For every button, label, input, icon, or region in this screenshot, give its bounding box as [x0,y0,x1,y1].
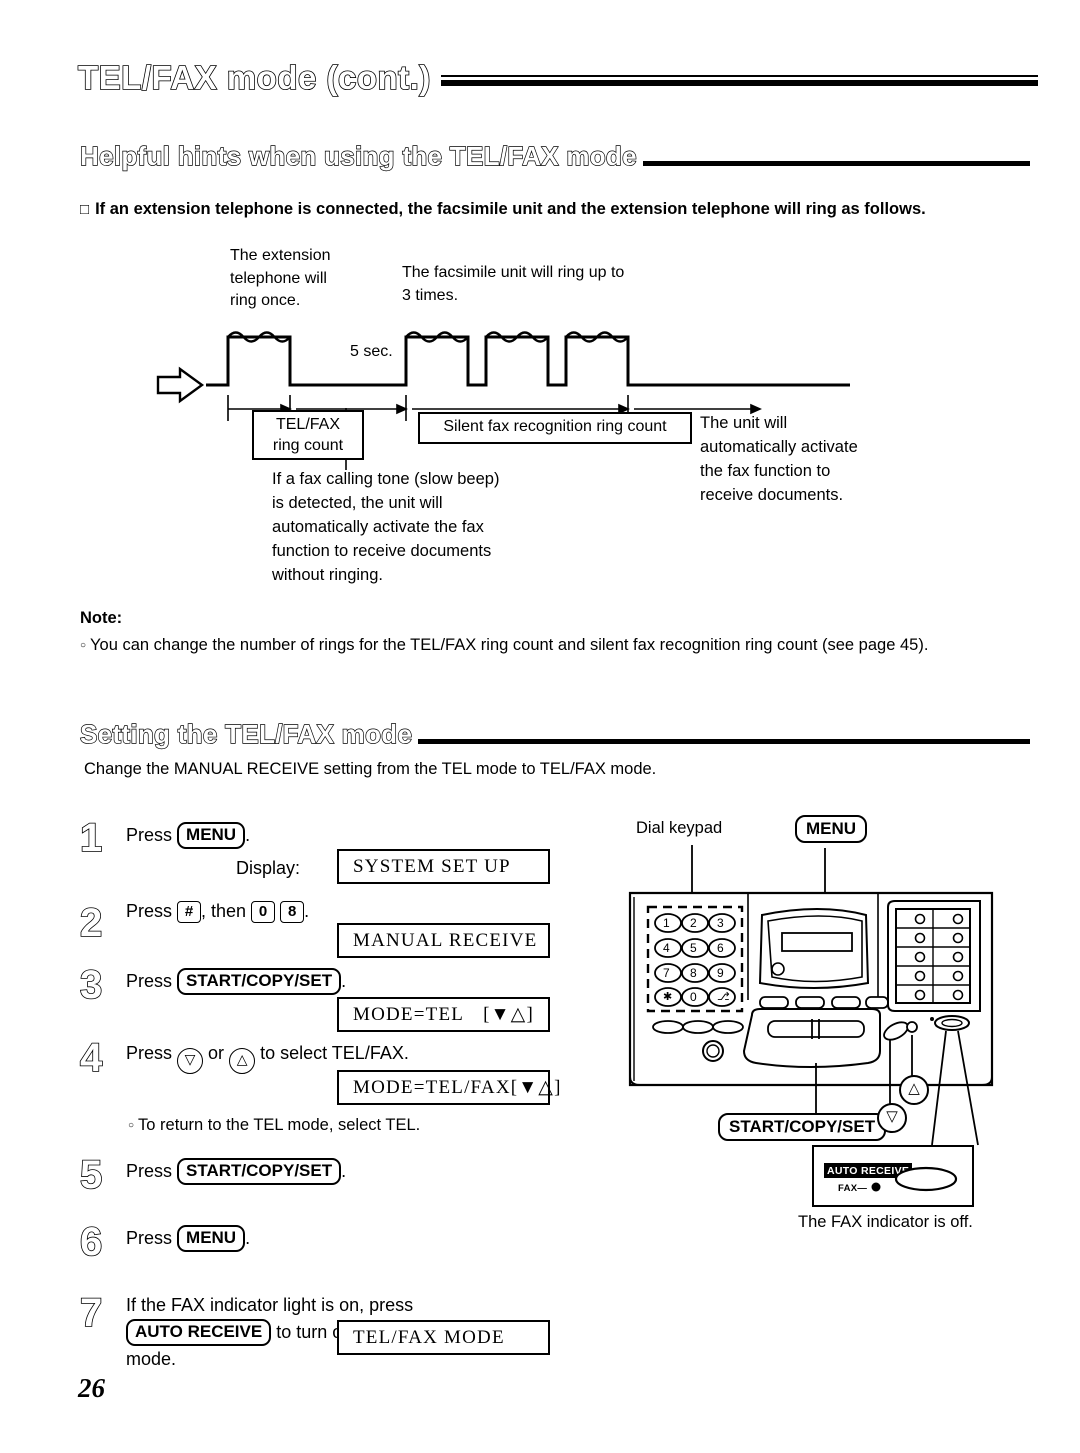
step-2-then-word: , then [201,901,247,921]
lcd-mode-telfax: MODE=TEL/FAX [▼△] [337,1070,560,1105]
keypad-key-9[interactable]: 9 [717,966,724,980]
step-2-number: 2 [79,900,103,946]
keypad-key-4[interactable]: 4 [663,941,670,955]
figure-down-arrow-key[interactable]: ▽ [877,1103,907,1133]
keypad-key-star[interactable]: ✱ [663,990,672,1003]
step-7-number: 7 [79,1290,103,1336]
step-7-line1: If the FAX indicator light is on, press [126,1295,414,1315]
keypad-key-8[interactable]: 8 [690,966,697,980]
step-3-text: Press START/COPY/SET. [126,968,346,995]
step-3-number: 3 [79,962,103,1008]
keypad-key-6[interactable]: 6 [717,941,724,955]
step-1-period: . [245,825,251,845]
fax-machine-figure: Dial keypad MENU 1 2 3 4 5 6 7 8 9 ✱ 0 ⎇… [600,815,1040,1255]
menu-button[interactable]: MENU [177,822,246,849]
keypad-key-hash[interactable]: ⎇ [717,990,730,1003]
diagram-note-right: The unit will automatically activate the… [700,414,858,504]
lcd-manual-receive: MANUAL RECEIVE [337,923,550,958]
hash-key[interactable]: # [177,901,202,923]
step-4-press-word: Press [126,1043,173,1063]
extension-bullet: If an extension telephone is connected, … [80,198,1035,222]
setting-heading-rule [418,739,1030,744]
keypad-key-0[interactable]: 0 [690,990,697,1004]
keypad-key-2[interactable]: 2 [690,916,697,930]
keypad-key-3[interactable]: 3 [717,916,724,930]
step-6-press-word: Press [126,1228,173,1248]
start-copy-set-button[interactable]: START/COPY/SET [177,968,342,995]
keypad-key-1[interactable]: 1 [663,916,670,930]
menu-button-2[interactable]: MENU [177,1225,246,1252]
up-arrow-key[interactable]: △ [229,1048,256,1074]
auto-receive-button[interactable]: AUTO RECEIVE [126,1319,272,1346]
step-2-text: Press #, then 0 8. [126,898,309,925]
setting-intro: Change the MANUAL RECEIVE setting from t… [84,760,657,778]
keypad-key-5[interactable]: 5 [690,941,697,955]
callout-silent-ring-count: Silent fax recognition ring count [418,412,692,444]
manual-page: TEL/FAX mode (cont.) Helpful hints when … [0,0,1080,1453]
lcd-mode-tel: MODE=TEL [▼△] [337,997,550,1032]
step-4-tail: to select TEL/FAX. [260,1043,409,1063]
step-6-period: . [245,1228,251,1248]
step-5-press-word: Press [126,1161,173,1181]
setting-heading: Setting the TEL/FAX mode [79,718,413,749]
page-title: TEL/FAX mode (cont.) [77,58,431,97]
start-copy-set-button-2[interactable]: START/COPY/SET [177,1158,342,1185]
down-arrow-key[interactable]: ▽ [177,1048,204,1074]
zero-key[interactable]: 0 [251,901,276,923]
step-5-period: . [341,1161,347,1181]
hints-heading-row: Helpful hints when using the TEL/FAX mod… [79,128,1030,172]
step-1-text: Press MENU. [126,822,250,849]
setting-heading-row: Setting the TEL/FAX mode [79,706,1030,750]
hints-heading: Helpful hints when using the TEL/FAX mod… [79,140,637,171]
step-1-press-word: Press [126,825,173,845]
lcd-mode-tel-left: MODE=TEL [353,1003,465,1025]
note-heading: Note: [80,609,123,627]
step-4-text: Press ▽ or △ to select TEL/FAX. [126,1040,409,1074]
fax-indicator-caption: The FAX indicator is off. [798,1213,973,1231]
diagram-note-left: If a fax calling tone (slow beep) is det… [272,470,500,584]
step-4-number: 4 [79,1035,103,1081]
lcd-mode-tel-right: [▼△] [483,1004,534,1025]
step-2-period: . [304,901,310,921]
step-7-line3: mode. [126,1349,177,1369]
step-4-sub-note: To return to the TEL mode, select TEL. [128,1114,548,1138]
page-title-row: TEL/FAX mode (cont.) [77,50,1039,106]
step-2-press-word: Press [126,901,173,921]
step-5-text: Press START/COPY/SET. [126,1158,346,1185]
lcd-telfax-mode: TEL/FAX MODE [337,1320,550,1355]
display-label: Display: [236,858,301,878]
hints-heading-rule [642,161,1030,166]
lcd-mode-telfax-right: [▼△] [510,1077,562,1098]
step-4-or-word: or [208,1043,225,1063]
figure-start-copy-set-button[interactable]: START/COPY/SET [718,1113,887,1141]
callout-telfax-ring-count: TEL/FAX ring count [252,410,364,460]
step-3-period: . [341,971,347,991]
page-number: 26 [78,1373,105,1403]
ring-waveform-svg [156,331,850,425]
step-5-number: 5 [79,1152,103,1198]
figure-up-arrow-key[interactable]: △ [899,1075,929,1105]
ring-timing-diagram: The extension telephone will ring once. … [150,245,930,425]
title-rule [440,74,1039,88]
eight-key[interactable]: 8 [280,901,305,923]
indicator-box-svg [871,1166,958,1192]
lcd-mode-telfax-left: MODE=TEL/FAX [353,1076,511,1098]
step-6-text: Press MENU. [126,1225,250,1252]
lcd-system-set-up: SYSTEM SET UP [337,849,550,884]
step-1-number: 1 [79,815,103,861]
step-3-press-word: Press [126,971,173,991]
keypad-key-7[interactable]: 7 [663,966,670,980]
note-text: You can change the number of rings for t… [80,634,1035,658]
auto-receive-indicator-box: AUTO RECEIVE FAX— [812,1145,974,1207]
step-6-number: 6 [79,1219,103,1265]
